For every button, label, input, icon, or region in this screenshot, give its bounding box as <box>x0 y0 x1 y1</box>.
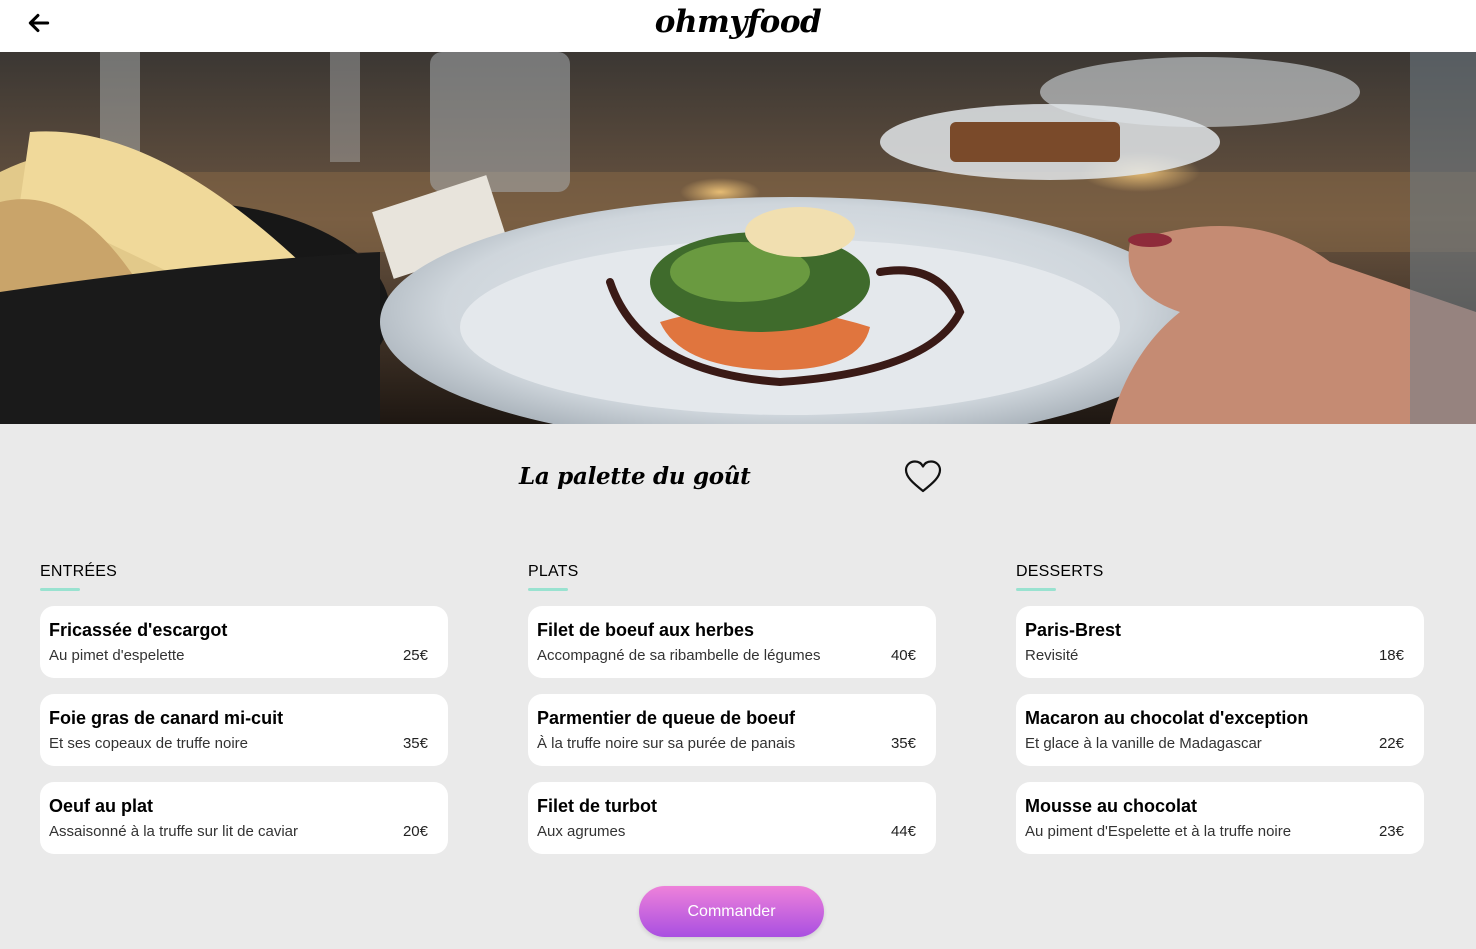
menu-item-name: Filet de turbot <box>537 796 657 816</box>
menu-item-price: 35€ <box>402 735 428 752</box>
menu-item-description: Et glace à la vanille de Madagascar <box>1025 735 1262 752</box>
menu-item-description: Revisité <box>1025 647 1079 664</box>
menu-item[interactable]: Foie gras de canard mi-cuit Et ses copea… <box>40 694 448 766</box>
menu-item[interactable]: Filet de boeuf aux herbes Accompagné de … <box>528 606 936 678</box>
menu-item-description: Au piment d'Espelette et à la truffe noi… <box>1025 823 1292 840</box>
section-title: ENTRÉES <box>40 563 117 580</box>
menu-item-name: Foie gras de canard mi-cuit <box>49 708 284 728</box>
top-bar: ohmyfood <box>0 0 1476 52</box>
menu-item-name: Parmentier de queue de boeuf <box>537 708 796 728</box>
menu-item-price: 20€ <box>402 823 428 840</box>
section-underline <box>528 588 568 591</box>
menu-item-description: Et ses copeaux de truffe noire <box>49 735 249 752</box>
order-button[interactable]: Commander <box>639 886 824 937</box>
menu-item-name: Paris-Brest <box>1025 620 1122 640</box>
menu-item-price: 40€ <box>890 647 916 664</box>
favorite-button[interactable] <box>903 459 943 495</box>
menu-item-description: À la truffe noire sur sa purée de panais <box>537 735 796 752</box>
menu-item-price: 25€ <box>402 647 428 664</box>
menu-item-name: Macaron au chocolat d'exception <box>1025 708 1309 728</box>
restaurant-header: La palette du goût <box>0 424 1476 534</box>
menu-item-name: Fricassée d'escargot <box>49 620 228 640</box>
menu-item[interactable]: Macaron au chocolat d'exception Et glace… <box>1016 694 1424 766</box>
restaurant-name: La palette du goût <box>519 463 751 490</box>
menu-item-price: 23€ <box>1378 823 1404 840</box>
menu-section-entrees: ENTRÉES Fricassée d'escargot Au pimet d'… <box>40 558 448 854</box>
section-title: DESSERTS <box>1016 563 1104 580</box>
menu-item-price: 44€ <box>890 823 916 840</box>
menu-item-description: Aux agrumes <box>537 823 626 840</box>
menu-section-plats: PLATS Filet de boeuf aux herbes Accompag… <box>528 558 936 854</box>
plated-dish-photo <box>0 52 1476 424</box>
menu-item-description: Assaisonné à la truffe sur lit de caviar <box>49 823 299 840</box>
logo[interactable]: ohmyfood <box>0 2 1476 42</box>
menu-item[interactable]: Parmentier de queue de boeuf À la truffe… <box>528 694 936 766</box>
menu-item-name: Filet de boeuf aux herbes <box>537 620 755 640</box>
section-underline <box>1016 588 1056 591</box>
menu-item-description: Au pimet d'espelette <box>49 647 185 664</box>
section-title: PLATS <box>528 563 579 580</box>
menu-item[interactable]: Fricassée d'escargot Au pimet d'espelett… <box>40 606 448 678</box>
menu-item-price: 18€ <box>1378 647 1404 664</box>
menu-item-price: 35€ <box>890 735 916 752</box>
menu-section-desserts: DESSERTS Paris-Brest Revisité 18€ Macaro… <box>1016 558 1424 854</box>
hero-image <box>0 52 1476 424</box>
menu-item[interactable]: Oeuf au plat Assaisonné à la truffe sur … <box>40 782 448 854</box>
section-underline <box>40 588 80 591</box>
heart-outline-icon <box>904 460 942 493</box>
menu-item[interactable]: Filet de turbot Aux agrumes 44€ <box>528 782 936 854</box>
menu-item-name: Mousse au chocolat <box>1025 796 1198 816</box>
menu-item-name: Oeuf au plat <box>49 796 154 816</box>
menu-item[interactable]: Paris-Brest Revisité 18€ <box>1016 606 1424 678</box>
menu-item-description: Accompagné de sa ribambelle de légumes <box>537 647 821 664</box>
menu-item-price: 22€ <box>1378 735 1404 752</box>
menu-item[interactable]: Mousse au chocolat Au piment d'Espelette… <box>1016 782 1424 854</box>
